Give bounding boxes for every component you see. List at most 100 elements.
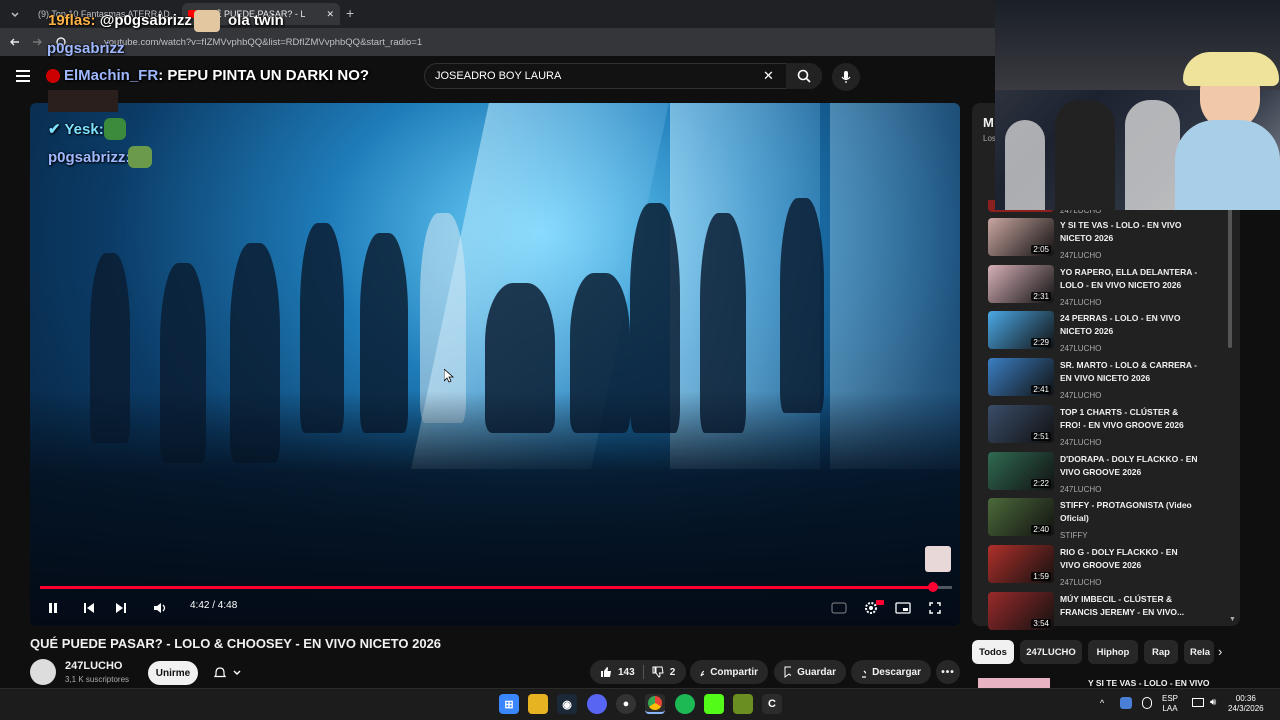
steam-icon[interactable]: ◉	[557, 694, 577, 714]
volume-icon[interactable]	[149, 597, 171, 619]
chip-hiphop[interactable]: Hiphop	[1088, 640, 1138, 664]
chip-rap[interactable]: Rap	[1144, 640, 1178, 664]
download-button[interactable]: Descargar	[851, 660, 931, 684]
video-thumbnail[interactable]: 2:05	[988, 218, 1054, 256]
emote-image	[48, 90, 118, 112]
minecraft-icon[interactable]	[733, 694, 753, 714]
playlist-item[interactable]: 2:51 TOP 1 CHARTS - CLÚSTER & FRO! - EN V…	[988, 404, 1238, 449]
playlist-item[interactable]: 2:40 STIFFY - PROTAGONISTA (Video Oficial…	[988, 498, 1238, 542]
video-thumbnail[interactable]: 2:29	[988, 311, 1054, 350]
search-button[interactable]	[786, 63, 822, 89]
new-tab-button[interactable]: +	[346, 5, 354, 21]
share-button[interactable]: Compartir	[690, 660, 768, 684]
avatar[interactable]	[30, 659, 56, 685]
tab-close-icon[interactable]: ✕	[326, 9, 334, 20]
scrubber-handle[interactable]	[927, 582, 938, 592]
clear-search-icon[interactable]: ✕	[763, 68, 774, 84]
channel-watermark[interactable]	[925, 546, 951, 572]
playlist-item-title[interactable]: TOP 1 CHARTS - CLÚSTER & FRO! - EN VIVO …	[1060, 406, 1200, 432]
miniplayer-icon[interactable]	[892, 597, 914, 619]
pause-icon[interactable]	[42, 597, 64, 619]
chip-rela[interactable]: Rela	[1184, 640, 1214, 664]
url-text[interactable]: youtube.com/watch?v=fIZMVvphbQQ&list=RDf…	[104, 37, 422, 48]
spotify-icon[interactable]	[675, 694, 695, 714]
playlist-item[interactable]: 2:29 24 PERRAS - LOLO - EN VIVO NICETO 20…	[988, 311, 1238, 355]
dislike-icon[interactable]	[652, 666, 664, 678]
ccleaner-icon[interactable]: C	[762, 694, 782, 714]
menu-icon[interactable]	[16, 70, 30, 82]
chip-todos[interactable]: Todos	[972, 640, 1014, 664]
next-row-title[interactable]: Y SI TE VAS - LOLO - EN VIVO	[1088, 678, 1210, 688]
save-button[interactable]: Guardar	[774, 660, 846, 684]
tray-chevron-icon[interactable]: ^	[1100, 698, 1104, 708]
playlist-item-channel: 247LUCHO	[1060, 391, 1102, 401]
chevron-right-icon[interactable]: ›	[1218, 644, 1222, 659]
back-icon[interactable]	[4, 31, 26, 53]
playlist-item-title[interactable]: Y SI TE VAS - LOLO - EN VIVO NICETO 2026	[1060, 219, 1200, 245]
playlist-item[interactable]: 2:41 SR. MARTO - LOLO & CARRERA - EN VIVO…	[988, 358, 1238, 402]
video-thumbnail[interactable]: 2:31	[988, 264, 1054, 303]
cat-emote-icon	[194, 10, 220, 32]
playlist-item-channel: 247LUCHO	[1060, 437, 1102, 447]
lang-code: ESP	[1162, 694, 1179, 703]
voice-search-button[interactable]	[832, 63, 860, 91]
next-icon[interactable]	[110, 597, 132, 619]
save-icon	[784, 666, 792, 678]
chip-247lucho[interactable]: 247LUCHO	[1020, 640, 1082, 664]
discord-icon[interactable]	[587, 694, 607, 714]
filter-chips: Todos 247LUCHO Hiphop Rap Rela ›	[972, 640, 1240, 666]
playlist-item-title[interactable]: MÚY IMBECIL - CLÚSTER & FRANCIS JEREMY -…	[1060, 593, 1200, 619]
playlist-item-title[interactable]: STIFFY - PROTAGONISTA (Video Oficial)	[1060, 499, 1200, 525]
playlist-item-title[interactable]: 24 PERRAS - LOLO - EN VIVO NICETO 2026	[1060, 312, 1200, 338]
playlist-item[interactable]: 2:22 D'DORAPA - DOLY FLACKKO - EN VIVO GR…	[988, 451, 1238, 496]
next-row-thumb[interactable]	[978, 678, 1050, 688]
playlist-item[interactable]: 3:54 MÚY IMBECIL - CLÚSTER & FRANCIS JERE…	[988, 591, 1238, 636]
forward-icon[interactable]	[26, 31, 48, 53]
chat-line-4: ElMachin_FR: PEPU PINTA UN DARKI NO?	[64, 67, 370, 84]
dislike-count[interactable]: 2	[670, 667, 676, 678]
chat-message: @p0gsabrizz	[99, 12, 192, 29]
like-count[interactable]: 143	[618, 667, 635, 678]
start-menu-icon[interactable]: ⊞	[499, 694, 519, 714]
playlist-item[interactable]: 1:59 RIO G - DOLY FLACKKO - EN VIVO GROOV…	[988, 544, 1238, 589]
obs-icon[interactable]: ●	[616, 694, 636, 714]
video-thumbnail[interactable]: 1:59	[988, 544, 1054, 583]
volume-tray-icon[interactable]: 🔊︎	[1210, 697, 1216, 708]
video-thumbnail[interactable]: 2:40	[988, 498, 1054, 537]
chat-user: Yesk	[64, 121, 99, 138]
mic-tray-icon[interactable]	[1142, 697, 1152, 709]
bell-icon	[214, 667, 226, 678]
playlist-item-title[interactable]: RIO G - DOLY FLACKKO - EN VIVO GROOVE 20…	[1060, 546, 1200, 572]
search-icon	[797, 69, 811, 83]
fullscreen-icon[interactable]	[924, 597, 946, 619]
playlist-item[interactable]: 2:05 Y SI TE VAS - LOLO - EN VIVO NICETO …	[988, 218, 1238, 262]
video-thumbnail[interactable]: 2:41	[988, 358, 1054, 397]
playlist-item-title[interactable]: SR. MARTO - LOLO & CARRERA - EN VIVO NIC…	[1060, 359, 1200, 385]
youtube-logo-icon[interactable]	[46, 69, 60, 83]
kick-icon[interactable]	[704, 694, 724, 714]
more-button[interactable]: •••	[936, 660, 960, 684]
playlist-item-title[interactable]: D'DORAPA - DOLY FLACKKO - EN VIVO GROOVE…	[1060, 453, 1200, 479]
tray-app-icon[interactable]	[1120, 697, 1132, 709]
clock[interactable]: 00:36 24/3/2026	[1228, 694, 1264, 714]
chrome-icon[interactable]	[645, 694, 665, 714]
file-explorer-icon[interactable]	[528, 694, 548, 714]
tab-list-icon[interactable]	[4, 3, 26, 25]
video-thumbnail[interactable]: 2:51	[988, 404, 1054, 443]
captions-icon[interactable]	[828, 597, 850, 619]
playlist-item-title[interactable]: YO RAPERO, ELLA DELANTERA - LOLO - EN VI…	[1060, 266, 1200, 292]
display-icon[interactable]	[1192, 698, 1204, 707]
input-language[interactable]: ESP LAA	[1162, 694, 1178, 714]
video-player[interactable]	[30, 103, 960, 626]
channel-name[interactable]: 247LUCHO	[65, 660, 122, 672]
pepe-emote-icon	[128, 146, 152, 168]
playlist-item[interactable]: 2:31 YO RAPERO, ELLA DELANTERA - LOLO - E…	[988, 264, 1238, 309]
like-icon[interactable]	[600, 666, 612, 678]
prev-icon[interactable]	[78, 597, 100, 619]
chat-line-5: ✔ Yesk:	[48, 121, 104, 138]
video-thumbnail[interactable]: 3:54	[988, 591, 1054, 630]
notifications-button[interactable]	[204, 661, 254, 685]
join-button[interactable]: Unirme	[148, 661, 198, 685]
like-dislike-group: 143 2	[590, 660, 686, 684]
video-thumbnail[interactable]: 2:22	[988, 451, 1054, 490]
